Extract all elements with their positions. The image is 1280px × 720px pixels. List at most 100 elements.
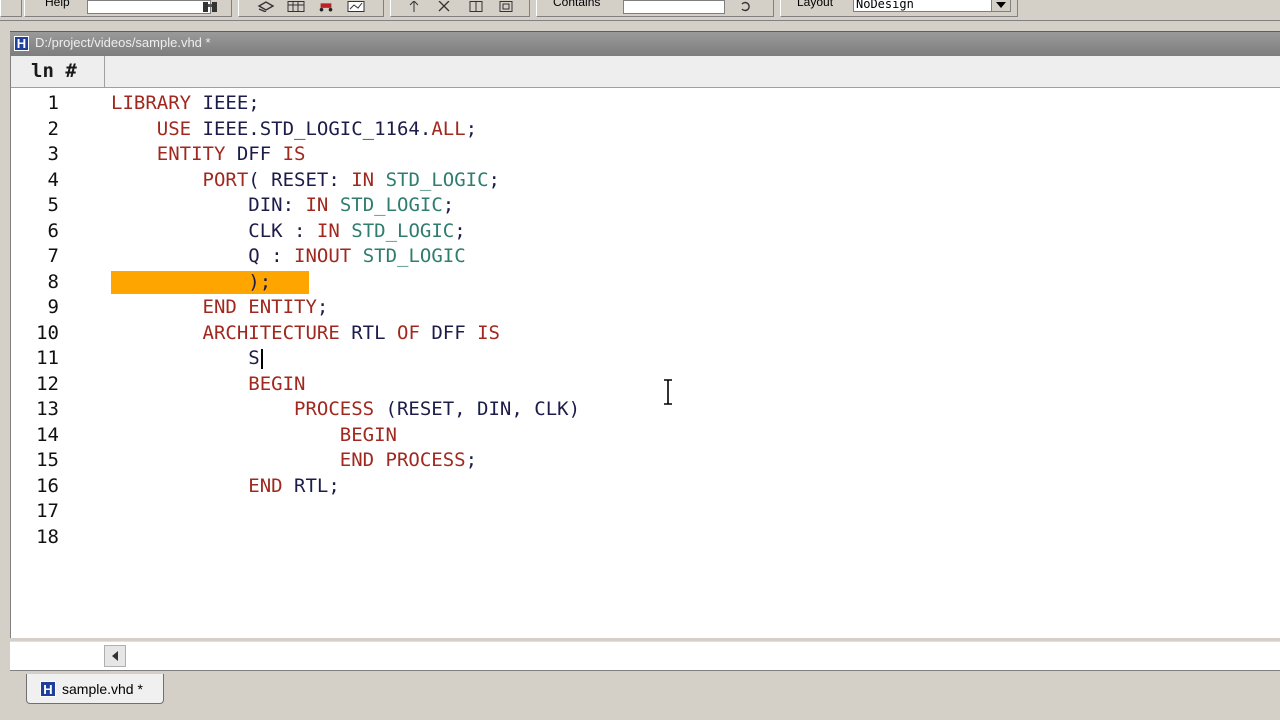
- code-line[interactable]: 12 BEGIN: [11, 372, 1280, 397]
- toolbar: Help Contains Layout NoDesign: [0, 0, 1280, 21]
- code-area[interactable]: 1 LIBRARY IEEE; 2 USE IEEE.STD_LOGIC_1164.…: [11, 91, 1280, 631]
- editor-header-row: ln #: [11, 56, 1280, 88]
- code-line[interactable]: 8 );: [11, 270, 1280, 295]
- find-next-icon[interactable]: [737, 0, 755, 13]
- line-number: 5: [47, 194, 59, 216]
- code-line[interactable]: 4 PORT( RESET: IN STD_LOGIC;: [11, 168, 1280, 193]
- layout-dropdown-button[interactable]: [991, 0, 1011, 12]
- line-number: 8: [47, 270, 59, 293]
- code-text: BEGIN: [111, 372, 305, 397]
- code-token: BEGIN: [248, 372, 306, 395]
- simulate-icon[interactable]: [317, 0, 335, 13]
- code-token: INOUT: [294, 245, 363, 267]
- code-token: LIBRARY: [111, 92, 203, 114]
- scroll-left-button[interactable]: [104, 645, 126, 667]
- table-icon[interactable]: [287, 0, 305, 13]
- code-line[interactable]: 3 ENTITY DFF IS: [11, 142, 1280, 167]
- code-token: ;: [488, 168, 500, 191]
- tools-group: [238, 0, 384, 17]
- code-text: END RTL;: [111, 474, 340, 499]
- binoculars-icon[interactable]: [201, 0, 219, 13]
- frame-icon[interactable]: [467, 0, 485, 13]
- contains-input[interactable]: [623, 0, 725, 14]
- toolbar-grip: [0, 0, 22, 17]
- code-token: RTL;: [294, 474, 340, 497]
- code-line[interactable]: 2 USE IEEE.STD_LOGIC_1164.ALL;: [11, 117, 1280, 142]
- code-token: ( RESET:: [248, 168, 352, 191]
- line-number: 16: [36, 474, 59, 497]
- code-line[interactable]: 9 END ENTITY;: [11, 295, 1280, 320]
- code-line[interactable]: 11 S: [11, 346, 1280, 371]
- tab-sample-vhd[interactable]: H sample.vhd *: [26, 674, 164, 704]
- code-token: S: [248, 347, 260, 369]
- code-token: (RESET, DIN, CLK): [385, 398, 581, 420]
- code-text: );: [111, 270, 271, 295]
- layers-icon[interactable]: [257, 0, 275, 13]
- pin-icon[interactable]: [435, 0, 453, 13]
- help-group: Help: [24, 0, 232, 17]
- code-token: PROCESS: [294, 398, 386, 420]
- code-token: );: [248, 270, 272, 293]
- line-number: 14: [36, 423, 59, 446]
- text-caret: [260, 348, 263, 369]
- code-token: STD_LOGIC: [351, 219, 455, 242]
- code-line[interactable]: 16 END RTL;: [11, 474, 1280, 499]
- code-token: STD_LOGIC: [385, 168, 489, 191]
- line-number: 18: [36, 525, 59, 548]
- code-token: STD_LOGIC: [339, 194, 443, 216]
- line-number: 2: [47, 117, 59, 140]
- layout-select[interactable]: NoDesign: [853, 0, 993, 12]
- horizontal-scrollbar[interactable]: [10, 641, 1280, 670]
- line-number: 13: [36, 398, 59, 420]
- line-number: 10: [36, 321, 59, 344]
- code-line[interactable]: 17: [11, 499, 1280, 524]
- code-line[interactable]: 6 CLK : IN STD_LOGIC;: [11, 219, 1280, 244]
- code-text: BEGIN: [111, 423, 397, 448]
- code-line[interactable]: 13 PROCESS (RESET, DIN, CLK): [11, 397, 1280, 422]
- arrow-left-icon: [112, 651, 118, 661]
- code-token: ;: [465, 117, 478, 140]
- window-icon[interactable]: [497, 0, 515, 13]
- source-editor[interactable]: ln # 1 LIBRARY IEEE; 2 USE IEEE.STD_LOGIC_…: [10, 56, 1280, 638]
- code-line[interactable]: 7 Q : INOUT STD_LOGIC: [11, 244, 1280, 269]
- layout-label: Layout: [797, 0, 834, 9]
- chart-icon[interactable]: [347, 0, 365, 13]
- code-token: ;: [465, 449, 478, 471]
- code-token: IN: [351, 168, 386, 191]
- code-line[interactable]: 18: [11, 525, 1280, 550]
- line-number-header: ln #: [11, 56, 105, 87]
- code-token: END: [202, 296, 249, 318]
- code-line[interactable]: 14 BEGIN: [11, 423, 1280, 448]
- code-token: BEGIN: [339, 423, 397, 446]
- document-tab-bar: H sample.vhd *: [10, 670, 1280, 711]
- code-token: ;: [454, 219, 466, 242]
- code-line[interactable]: 5 DIN: IN STD_LOGIC;: [11, 193, 1280, 218]
- code-token: ALL: [431, 117, 466, 140]
- code-text: DIN: IN STD_LOGIC;: [111, 193, 454, 218]
- code-token: IS: [282, 143, 306, 165]
- help-search-input[interactable]: [87, 0, 211, 14]
- line-number: 12: [36, 372, 59, 395]
- code-token: IEEE.STD_LOGIC_1164.: [202, 117, 432, 140]
- code-text: USE IEEE.STD_LOGIC_1164.ALL;: [111, 117, 477, 142]
- code-line[interactable]: 1 LIBRARY IEEE;: [11, 91, 1280, 116]
- editor-title-bar[interactable]: H D:/project/videos/sample.vhd *: [10, 31, 1280, 56]
- code-token: Q :: [248, 245, 295, 267]
- code-line[interactable]: 15 END PROCESS;: [11, 448, 1280, 473]
- code-line[interactable]: 10 ARCHITECTURE RTL OF DFF IS: [11, 321, 1280, 346]
- line-number: 4: [47, 168, 59, 191]
- code-token: ;: [442, 194, 455, 216]
- cursor-icon[interactable]: [405, 0, 423, 13]
- line-number: 17: [36, 500, 59, 522]
- code-token: CLK :: [248, 219, 317, 242]
